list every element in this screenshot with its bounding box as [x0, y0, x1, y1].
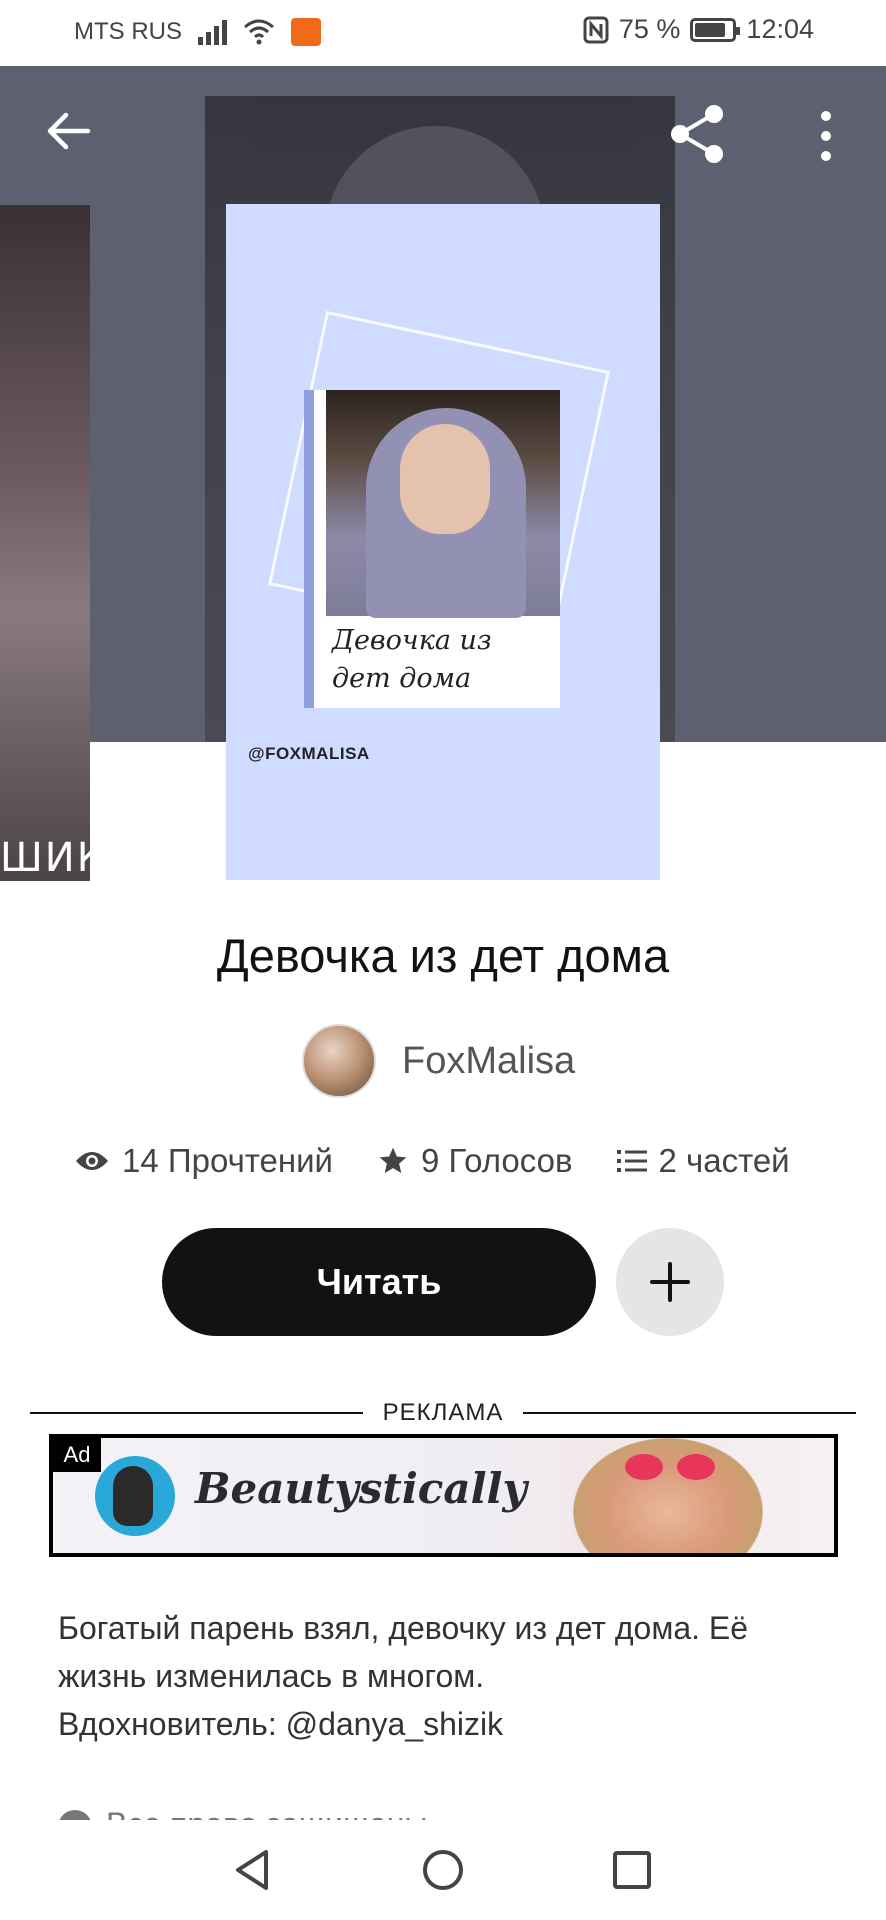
- ad-label: РЕКЛАМА: [382, 1399, 504, 1426]
- votes-stat: 9 Голосов: [377, 1142, 573, 1180]
- add-to-library-button[interactable]: [616, 1228, 724, 1336]
- carrier-label: MTS RUS: [74, 18, 182, 45]
- star-icon: [379, 1147, 407, 1173]
- ad-brand-logo: [95, 1456, 175, 1536]
- cover-photo-card: Девочка из дет дома: [314, 390, 560, 708]
- story-stats: 14 Прочтений 9 Голосов 2 частей: [74, 1142, 790, 1180]
- more-options-button[interactable]: [808, 106, 844, 166]
- plus-icon: [650, 1262, 690, 1302]
- battery-icon: [690, 17, 741, 42]
- nav-back-icon[interactable]: [230, 1848, 274, 1892]
- ad-brand-name: Beautystically: [195, 1464, 527, 1513]
- battery-fill: [695, 22, 726, 37]
- reads-stat: 14 Прочтений: [74, 1142, 333, 1180]
- cover-photo: [326, 390, 560, 618]
- read-button[interactable]: Читать: [162, 1228, 596, 1336]
- nfc-icon: [583, 16, 609, 43]
- back-button[interactable]: [44, 106, 94, 156]
- nav-home-icon[interactable]: [421, 1848, 465, 1892]
- reads-count: 14 Прочтений: [122, 1142, 333, 1179]
- author-avatar[interactable]: [302, 1024, 376, 1098]
- status-left: MTS RUS: [74, 18, 321, 46]
- story-title: Девочка из дет дома: [216, 929, 670, 982]
- nav-recents-icon[interactable]: [610, 1848, 654, 1892]
- story-cover[interactable]: Девочка из дет дома @FOXMALISA: [226, 204, 660, 880]
- ad-tag: Ad: [53, 1438, 101, 1472]
- parts-stat: 2 частей: [616, 1142, 790, 1180]
- ad-banner[interactable]: Ad Beautystically: [49, 1434, 838, 1557]
- signal-icon: [198, 19, 227, 45]
- author-name[interactable]: FoxMalisa: [402, 1040, 575, 1083]
- previous-story-cover[interactable]: ШИК: [0, 205, 90, 881]
- side-cover-text: ШИК: [0, 835, 90, 881]
- ad-image: [573, 1438, 763, 1553]
- wifi-icon: [244, 19, 274, 45]
- cover-handle: @FOXMALISA: [248, 744, 370, 763]
- status-right: 75 % 12:04: [583, 14, 814, 45]
- app-notification-icon: [291, 18, 321, 46]
- votes-count: 9 Голосов: [420, 1142, 573, 1179]
- status-bar: MTS RUS 75 % 12:04: [0, 0, 886, 66]
- story-description: Богатый парень взял, девочку из дет дома…: [58, 1610, 749, 1742]
- cover-caption: Девочка из дет дома: [332, 625, 492, 694]
- list-icon: [616, 1150, 647, 1172]
- share-button[interactable]: [666, 102, 730, 166]
- author-row[interactable]: FoxMalisa: [302, 1024, 575, 1098]
- ad-label-row: РЕКЛАМА: [30, 1398, 857, 1428]
- eye-icon: [76, 1152, 108, 1170]
- divider: [30, 1412, 363, 1414]
- system-navigation-bar: [0, 1820, 886, 1920]
- divider: [523, 1412, 857, 1414]
- battery-percent: 75 %: [618, 14, 681, 44]
- parts-count: 2 частей: [658, 1142, 790, 1179]
- clock: 12:04: [746, 14, 814, 44]
